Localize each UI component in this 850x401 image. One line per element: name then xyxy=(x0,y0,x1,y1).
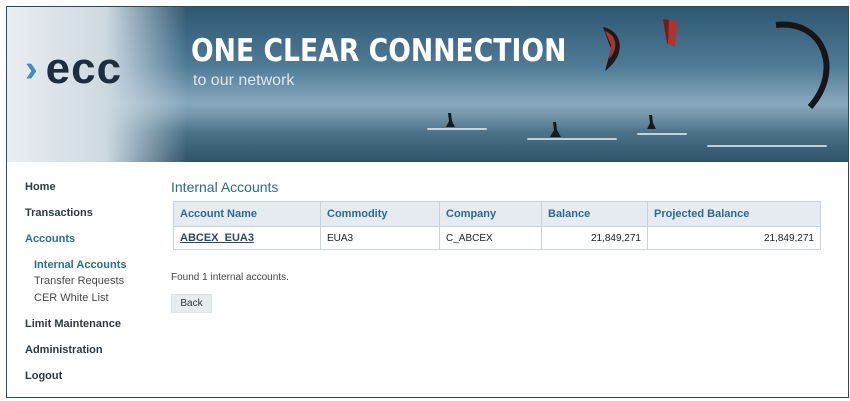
kiter-icon xyxy=(446,113,455,127)
wave-graphic xyxy=(427,128,487,130)
sidebar-item-logout[interactable]: Logout xyxy=(25,370,62,382)
back-button[interactable]: Back xyxy=(171,294,212,313)
result-count-text: Found 1 internal accounts. xyxy=(171,272,289,283)
accounts-table: Account Name Commodity Company Balance P… xyxy=(173,201,821,250)
cell-balance: 21,849,271 xyxy=(541,226,648,250)
page-title: Internal Accounts xyxy=(171,179,279,195)
cell-account-name: ABCEX_EUA3 xyxy=(173,226,321,250)
sidebar-nav: Home Transactions Accounts Internal Acco… xyxy=(7,162,157,397)
sidebar-item-transactions[interactable]: Transactions xyxy=(25,207,93,219)
ecc-logo: › ecc xyxy=(25,47,122,91)
wave-graphic xyxy=(527,138,617,140)
kiter-icon xyxy=(647,115,656,129)
app-window: › ecc ONE CLEAR CONNECTION to our networ… xyxy=(6,6,849,398)
table-row: ABCEX_EUA3 EUA3 C_ABCEX 21,849,271 21,84… xyxy=(173,226,821,250)
column-header-commodity[interactable]: Commodity xyxy=(320,201,440,227)
cell-projected-balance: 21,849,271 xyxy=(647,226,821,250)
sidebar-item-home[interactable]: Home xyxy=(25,181,56,193)
cell-company: C_ABCEX xyxy=(439,226,542,250)
column-header-company[interactable]: Company xyxy=(439,201,542,227)
column-header-account-name[interactable]: Account Name xyxy=(173,201,321,227)
sidebar-item-limit-maintenance[interactable]: Limit Maintenance xyxy=(25,318,121,330)
sidebar-item-administration[interactable]: Administration xyxy=(25,344,103,356)
table-header-row: Account Name Commodity Company Balance P… xyxy=(173,201,821,227)
kite-icon xyxy=(663,19,677,47)
logo-text: ecc xyxy=(45,44,123,93)
sidebar-item-accounts[interactable]: Accounts xyxy=(25,233,75,245)
column-header-projected-balance[interactable]: Projected Balance xyxy=(647,201,821,227)
column-header-balance[interactable]: Balance xyxy=(541,201,648,227)
main-content: Internal Accounts Account Name Commodity… xyxy=(171,162,841,397)
header-banner: › ecc ONE CLEAR CONNECTION to our networ… xyxy=(7,7,848,162)
kite-icon xyxy=(603,27,620,71)
tagline-sub: to our network xyxy=(193,72,295,89)
tagline-main: ONE CLEAR CONNECTION xyxy=(191,33,567,69)
wave-graphic xyxy=(637,133,687,135)
sidebar-item-transfer-requests[interactable]: Transfer Requests xyxy=(34,275,124,287)
sidebar-item-cer-white-list[interactable]: CER White List xyxy=(34,292,109,304)
account-link[interactable]: ABCEX_EUA3 xyxy=(180,232,254,244)
cell-commodity: EUA3 xyxy=(320,226,440,250)
chevron-right-icon: › xyxy=(25,48,38,90)
kiter-icon xyxy=(550,122,561,137)
kite-icon xyxy=(775,21,830,109)
wave-graphic xyxy=(707,145,827,147)
sidebar-item-internal-accounts[interactable]: Internal Accounts xyxy=(34,259,127,271)
